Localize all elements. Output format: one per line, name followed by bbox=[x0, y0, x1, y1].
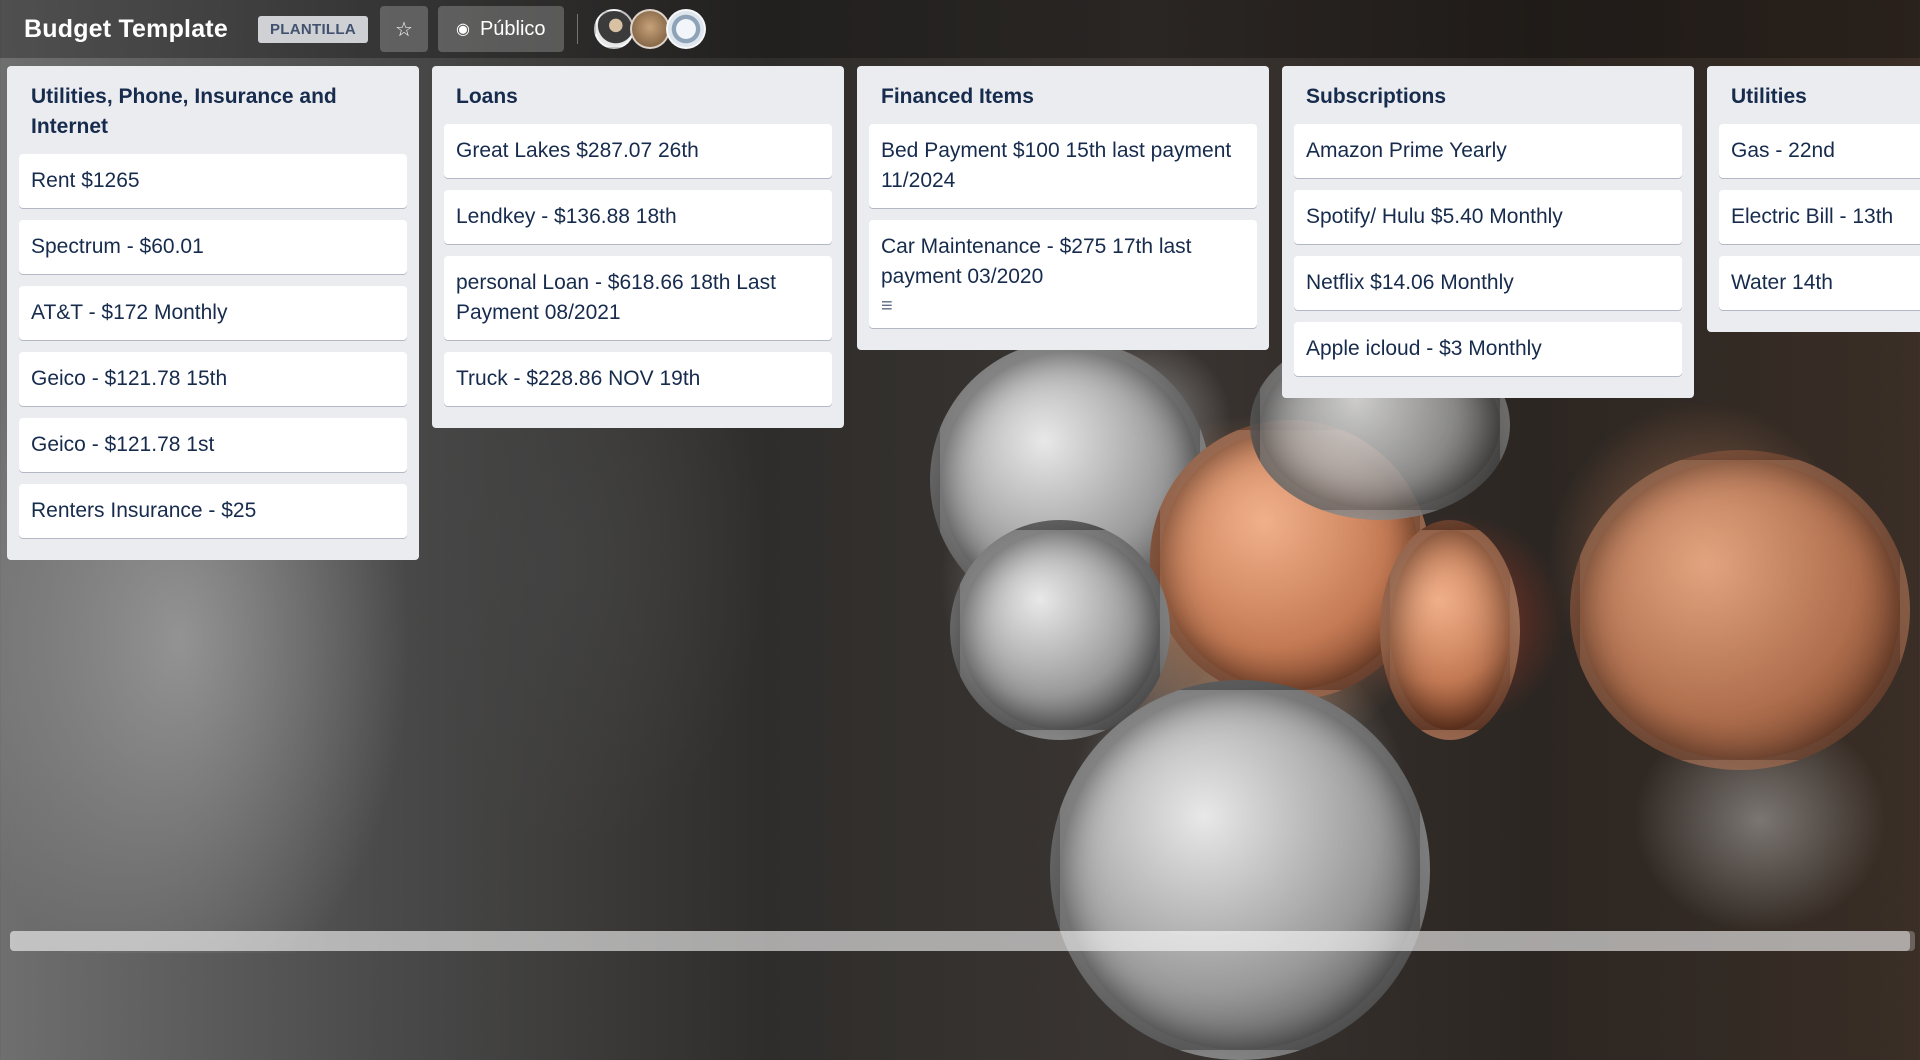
card[interactable]: Great Lakes $287.07 26th bbox=[444, 124, 832, 178]
card[interactable]: AT&T - $172 Monthly bbox=[19, 286, 407, 340]
card[interactable]: Truck - $228.86 NOV 19th bbox=[444, 352, 832, 406]
card[interactable]: Spectrum - $60.01 bbox=[19, 220, 407, 274]
scrollbar-thumb[interactable] bbox=[10, 931, 1910, 951]
list-title[interactable]: Financed Items bbox=[869, 66, 1257, 124]
list-loans: Loans Great Lakes $287.07 26th Lendkey -… bbox=[432, 66, 844, 428]
globe-icon: ◉ bbox=[455, 21, 470, 38]
list-subscriptions: Subscriptions Amazon Prime Yearly Spotif… bbox=[1282, 66, 1694, 398]
avatar[interactable] bbox=[665, 9, 706, 49]
board-title[interactable]: Budget Template bbox=[24, 15, 228, 44]
avatar[interactable] bbox=[593, 9, 634, 49]
card[interactable]: Bed Payment $100 15th last payment 11/20… bbox=[869, 124, 1257, 208]
card[interactable]: Netflix $14.06 Monthly bbox=[1294, 256, 1682, 310]
card[interactable]: Geico - $121.78 1st bbox=[19, 418, 407, 472]
header-divider bbox=[576, 14, 578, 44]
list-title[interactable]: Subscriptions bbox=[1294, 66, 1682, 124]
card[interactable]: personal Loan - $618.66 18th Last Paymen… bbox=[444, 256, 832, 340]
background-coin bbox=[950, 520, 1170, 740]
background-coin bbox=[1050, 680, 1430, 1060]
card[interactable]: Electric Bill - 13th bbox=[1719, 190, 1920, 244]
visibility-label: Público bbox=[479, 17, 546, 40]
card[interactable]: Water 14th bbox=[1719, 256, 1920, 310]
list-financed-items: Financed Items Bed Payment $100 15th las… bbox=[857, 66, 1269, 350]
card[interactable]: Apple icloud - $3 Monthly bbox=[1294, 322, 1682, 376]
list-title[interactable]: Loans bbox=[444, 66, 832, 124]
avatar[interactable] bbox=[629, 9, 670, 49]
card[interactable]: Geico - $121.78 15th bbox=[19, 352, 407, 406]
horizontal-scrollbar[interactable] bbox=[10, 931, 1915, 951]
list-title[interactable]: Utilities, Phone, Insurance and Internet bbox=[19, 66, 407, 154]
card[interactable]: Spotify/ Hulu $5.40 Monthly bbox=[1294, 190, 1682, 244]
list-utilities: Utilities Gas - 22nd Electric Bill - 13t… bbox=[1707, 66, 1920, 332]
background-coin bbox=[1380, 520, 1520, 740]
card-text: Car Maintenance - $275 17th last payment… bbox=[881, 235, 1192, 288]
star-icon: ☆ bbox=[395, 18, 413, 41]
card[interactable]: Rent $1265 bbox=[19, 154, 407, 208]
list-utilities-phone-insurance-internet: Utilities, Phone, Insurance and Internet… bbox=[7, 66, 419, 560]
template-badge: PLANTILLA bbox=[257, 15, 368, 43]
background-coin bbox=[1570, 450, 1910, 770]
card[interactable]: Gas - 22nd bbox=[1719, 124, 1920, 178]
card[interactable]: Amazon Prime Yearly bbox=[1294, 124, 1682, 178]
visibility-button[interactable]: ◉ Público bbox=[437, 6, 564, 52]
board-header: Budget Template PLANTILLA ☆ ◉ Público bbox=[0, 0, 1920, 58]
member-avatars bbox=[593, 9, 706, 49]
card[interactable]: Car Maintenance - $275 17th last payment… bbox=[869, 220, 1257, 328]
description-icon: ≡ bbox=[881, 295, 893, 317]
list-title[interactable]: Utilities bbox=[1719, 66, 1920, 124]
card[interactable]: Renters Insurance - $25 bbox=[19, 484, 407, 538]
star-button[interactable]: ☆ bbox=[379, 6, 428, 52]
card[interactable]: Lendkey - $136.88 18th bbox=[444, 190, 832, 244]
